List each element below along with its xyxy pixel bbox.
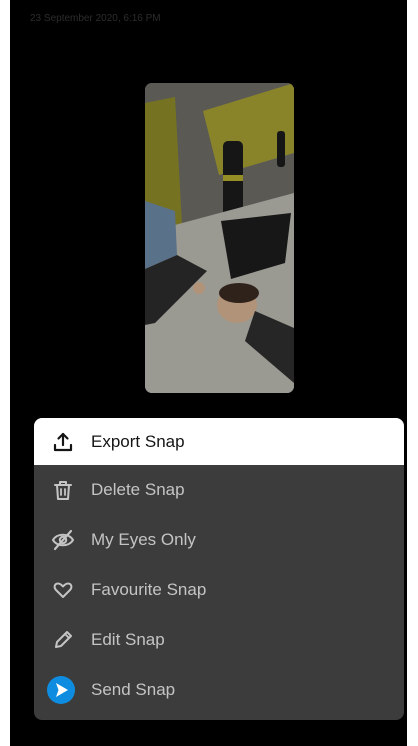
my-eyes-only-button[interactable]: My Eyes Only [34, 515, 404, 565]
edit-snap-button[interactable]: Edit Snap [34, 615, 404, 665]
delete-snap-button[interactable]: Delete Snap [34, 465, 404, 515]
send-snap-label: Send Snap [91, 680, 176, 699]
edit-snap-label: Edit Snap [91, 630, 165, 649]
export-snap-label: Export Snap [91, 431, 185, 451]
snap-timestamp: 23 September 2020, 6:16 PM [30, 13, 161, 24]
favourite-snap-button[interactable]: Favourite Snap [34, 565, 404, 615]
delete-snap-label: Delete Snap [91, 480, 185, 499]
export-snap-button[interactable]: Export Snap [34, 418, 404, 465]
dim-overlay [145, 83, 294, 393]
my-eyes-only-label: My Eyes Only [91, 530, 196, 549]
snap-action-sheet: Export Snap Delete Snap My Eyes Only Fav… [34, 418, 404, 720]
export-icon [50, 429, 76, 455]
send-snap-button[interactable]: Send Snap [34, 665, 404, 715]
snap-thumbnail[interactable] [145, 83, 294, 393]
trash-icon [50, 477, 76, 503]
heart-icon [50, 577, 76, 603]
favourite-snap-label: Favourite Snap [91, 580, 207, 599]
pencil-icon [50, 627, 76, 653]
send-icon [47, 676, 76, 704]
snap-viewer-screen: 23 September 2020, 6:16 PM Export Snap D… [10, 0, 407, 746]
eye-off-icon [50, 527, 76, 553]
